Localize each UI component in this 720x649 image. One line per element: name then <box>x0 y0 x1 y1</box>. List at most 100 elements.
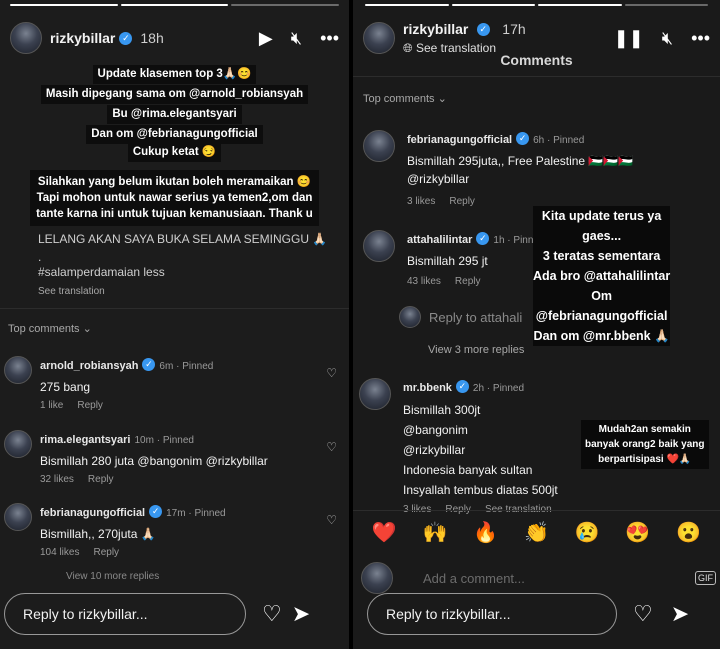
verified-icon: ✓ <box>476 22 490 36</box>
likes-count[interactable]: 43 likes <box>407 276 441 287</box>
reaction-raised-hands[interactable]: 🙌 <box>423 520 448 545</box>
post-line: . <box>38 250 42 264</box>
comment-username[interactable]: arnold_robiansyah <box>40 360 138 372</box>
avatar[interactable] <box>4 356 32 384</box>
caption-line: Update klasemen top 3🙏🏻😊 <box>92 65 257 84</box>
reply-to-attah-input[interactable]: Reply to attahali <box>429 310 522 325</box>
comment-text: Bismillah 300jt @bangonim @rizkybillar I… <box>403 403 558 497</box>
avatar[interactable] <box>363 22 395 54</box>
reply-link[interactable]: Reply <box>455 276 481 287</box>
avatar[interactable] <box>363 130 395 162</box>
avatar <box>361 562 393 594</box>
comment-item: febrianagungofficial ✓ 17m · Pinned Bismil… <box>0 503 349 558</box>
avatar[interactable] <box>10 22 42 54</box>
comment-text: Bismillah 295juta,, Free Palestine 🇵🇸🇵🇸🇵… <box>407 154 634 186</box>
add-comment-input[interactable]: Add a comment... <box>423 571 525 586</box>
reaction-heart-eyes[interactable]: 😍 <box>625 520 650 545</box>
likes-count[interactable]: 32 likes <box>40 474 74 485</box>
likes-count[interactable]: 104 likes <box>40 547 79 558</box>
comment-meta: 2h · Pinned <box>472 383 525 394</box>
see-translation-link[interactable]: See translation <box>38 286 105 297</box>
story-overlay-text: Kita update terus ya gaes... 3 teratas s… <box>533 206 671 346</box>
avatar[interactable] <box>363 230 395 262</box>
reaction-wow[interactable]: 😮 <box>676 520 701 545</box>
caption-line: Masih dipegang sama om @arnold_robiansya… <box>40 85 309 104</box>
view-more-replies[interactable]: View 3 more replies <box>428 344 524 356</box>
caption-line: Cukup ketat 😏 <box>127 143 222 162</box>
verified-icon: ✓ <box>149 505 163 519</box>
mute-icon[interactable]: 🔇︎ <box>662 29 673 47</box>
comment-text: 275 bang <box>40 380 91 394</box>
story-time: 17h <box>502 20 526 37</box>
send-icon[interactable]: ➤ <box>292 603 310 625</box>
reply-link[interactable]: Reply <box>88 474 114 485</box>
right-story-panel: rizkybillar ✓ 17h 🌐︎ See translation ❚❚ … <box>353 0 720 649</box>
verified-icon: ✓ <box>476 232 490 246</box>
comment-username[interactable]: mr.bbenk <box>403 382 452 394</box>
comment-item: arnold_robiansyah ✓ 6m · Pinned 275 bang 1… <box>0 356 349 411</box>
avatar[interactable] <box>4 503 32 531</box>
top-comments-toggle[interactable]: Top comments ⌄ <box>8 322 92 335</box>
comment-meta: 6m · Pinned <box>159 361 214 372</box>
mute-icon[interactable]: 🔇︎ <box>291 29 302 47</box>
reply-link[interactable]: Reply <box>449 196 475 207</box>
avatar[interactable] <box>4 430 32 458</box>
reaction-fire[interactable]: 🔥 <box>473 520 498 545</box>
top-comments-toggle[interactable]: Top comments ⌄ <box>363 92 447 105</box>
story-overlay-small: Mudah2an semakin banyak orang2 baik yang… <box>581 420 709 469</box>
likes-count[interactable]: 3 likes <box>407 196 435 207</box>
verified-icon: ✓ <box>516 132 530 146</box>
story-username[interactable]: rizkybillar <box>50 30 115 46</box>
caption-paragraph: Silahkan yang belum ikutan boleh meramai… <box>30 170 319 226</box>
reply-link[interactable]: Reply <box>93 547 119 558</box>
gif-button[interactable]: GIF <box>695 571 716 585</box>
reaction-clap[interactable]: 👏 <box>524 520 549 545</box>
heart-icon[interactable]: ♡ <box>262 603 282 625</box>
more-options-icon[interactable]: ••• <box>320 29 339 47</box>
caption-cukup: Cukup ketat 😏 <box>0 142 349 162</box>
divider <box>353 510 720 511</box>
divider <box>353 76 720 77</box>
add-comment-row: Add a comment... GIF <box>361 562 716 594</box>
reaction-cry[interactable]: 😢 <box>575 520 600 545</box>
reply-to-comment-row: Reply to attahali <box>399 306 522 328</box>
story-header: rizkybillar ✓ 18h ▶ 🔇︎ ••• <box>0 10 349 66</box>
comment-item: febrianagungofficial ✓ 6h · Pinned Bismill… <box>353 130 720 207</box>
emoji-reactions-bar: ❤️ 🙌 🔥 👏 😢 😍 😮 <box>359 520 714 545</box>
like-heart-icon[interactable]: ♡ <box>326 366 337 380</box>
comment-meta: 10m · Pinned <box>134 435 194 446</box>
send-icon[interactable]: ➤ <box>671 603 689 625</box>
story-time: 18h <box>140 30 164 46</box>
avatar[interactable] <box>359 378 391 410</box>
play-icon[interactable]: ▶ <box>259 29 273 47</box>
post-line: LELANG AKAN SAYA BUKA SELAMA SEMINGGU 🙏🏻 <box>38 232 328 246</box>
pause-icon[interactable]: ❚❚ <box>614 29 644 47</box>
story-progress <box>10 4 340 6</box>
like-heart-icon[interactable]: ♡ <box>326 513 337 527</box>
verified-icon: ✓ <box>455 380 469 394</box>
caption-line: Bu @rima.elegantsyari <box>107 105 242 124</box>
divider <box>0 308 349 309</box>
comment-username[interactable]: rima.elegantsyari <box>40 434 131 446</box>
likes-count[interactable]: 1 like <box>40 400 63 411</box>
comment-meta: 17m · Pinned <box>166 508 226 519</box>
reply-input[interactable]: Reply to rizkybillar... <box>4 593 246 635</box>
comment-username[interactable]: attahalilintar <box>407 234 472 246</box>
comment-username[interactable]: febrianagungofficial <box>407 134 512 146</box>
comment-item: rima.elegantsyari 10m · Pinned Bismillah … <box>0 430 349 485</box>
reply-link[interactable]: Reply <box>77 400 103 411</box>
reaction-heart[interactable]: ❤️ <box>372 520 397 545</box>
comments-title: Comments <box>500 52 573 68</box>
reply-input[interactable]: Reply to rizkybillar... <box>367 593 617 635</box>
like-heart-icon[interactable]: ♡ <box>326 440 337 454</box>
view-more-replies[interactable]: View 10 more replies <box>66 571 159 582</box>
story-username[interactable]: rizkybillar <box>403 21 468 37</box>
post-hashtag[interactable]: #salamperdamaian less <box>38 265 165 279</box>
comment-meta: 6h · Pinned <box>533 135 585 146</box>
caption-block: Silahkan yang belum ikutan boleh meramai… <box>0 170 349 226</box>
more-options-icon[interactable]: ••• <box>691 29 710 47</box>
heart-icon[interactable]: ♡ <box>633 603 653 625</box>
comment-text: Bismillah,, 270juta 🙏🏻 <box>40 527 156 541</box>
story-reply-bar: Reply to rizkybillar... ♡ ➤ <box>4 593 310 635</box>
comment-username[interactable]: febrianagungofficial <box>40 507 145 519</box>
